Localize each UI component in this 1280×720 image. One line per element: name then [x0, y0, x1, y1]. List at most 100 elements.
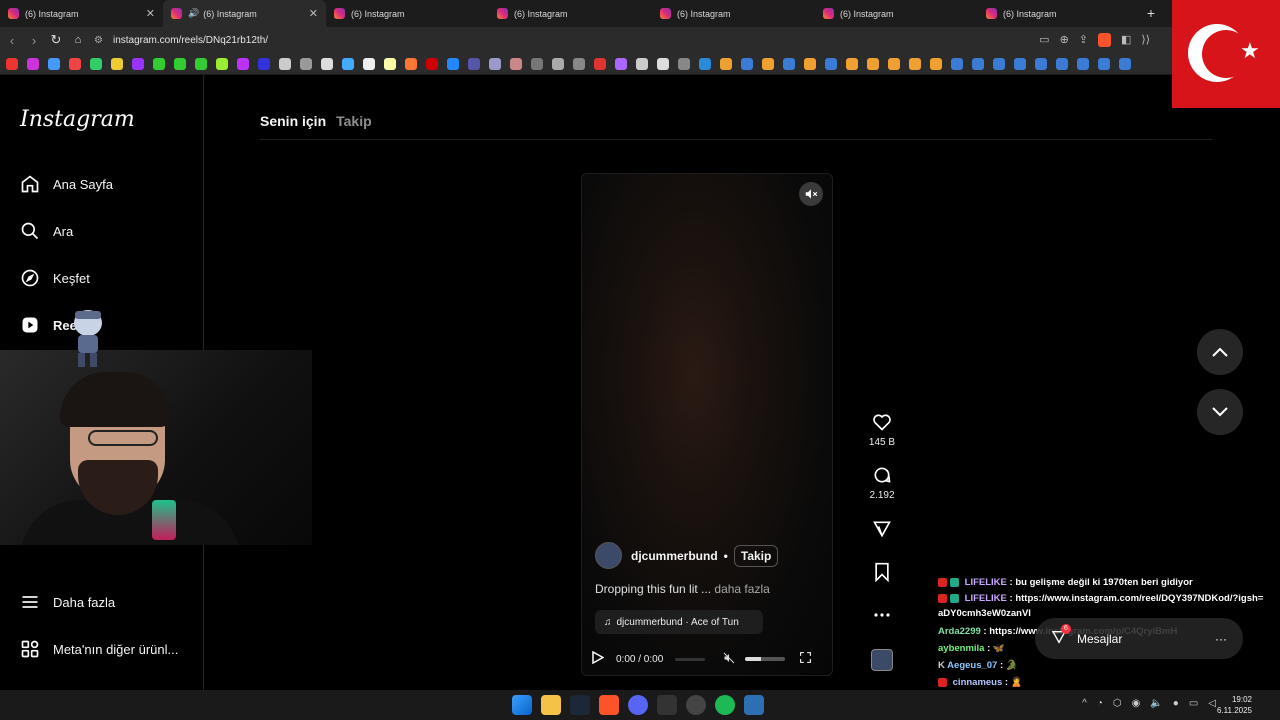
speaker-icon[interactable]: 🔊	[188, 8, 199, 19]
chevron-up-icon[interactable]: ^	[1082, 698, 1087, 709]
bookmark-favicon-icon[interactable]	[90, 57, 102, 70]
bookmark-favicon-icon[interactable]	[1035, 57, 1047, 70]
bookmark-favicon-icon[interactable]	[1098, 57, 1110, 70]
bookmark-favicon-icon[interactable]	[447, 57, 459, 70]
author-name[interactable]: djcummerbund	[631, 549, 718, 563]
browser-tab[interactable]: (6) Instagram	[489, 0, 652, 27]
bookmark-favicon-icon[interactable]	[300, 57, 312, 70]
follow-button[interactable]: Takip	[733, 544, 779, 567]
browser-tab[interactable]: (6) Instagram	[978, 0, 1136, 27]
bookmark-favicon-icon[interactable]	[237, 57, 249, 70]
bookmark-favicon-icon[interactable]	[573, 57, 585, 70]
bookmark-favicon-icon[interactable]	[846, 57, 858, 70]
volume-icon[interactable]: ◁	[1208, 698, 1216, 709]
back-icon[interactable]: ‹	[2, 33, 22, 48]
comment-icon[interactable]	[866, 464, 898, 486]
bookmark-favicon-icon[interactable]	[1077, 57, 1089, 70]
fullscreen-icon[interactable]	[799, 651, 812, 667]
comment-action[interactable]: 2.192	[866, 464, 898, 501]
heart-icon[interactable]	[866, 411, 898, 433]
url-field[interactable]: ⚙ instagram.com/reels/DNq21rb12th/	[94, 35, 268, 46]
bookmark-favicon-icon[interactable]	[720, 57, 732, 70]
microphone-icon[interactable]: ●	[1173, 698, 1179, 709]
browser-tab[interactable]: (6) Instagram	[326, 0, 489, 27]
browser-tab[interactable]: (6) Instagram	[815, 0, 978, 27]
previous-reel-button[interactable]	[1197, 329, 1243, 375]
steam-icon[interactable]	[570, 695, 590, 715]
bookmark-favicon-icon[interactable]	[27, 57, 39, 70]
share-icon[interactable]: ⇪	[1079, 33, 1088, 47]
like-action[interactable]: 145 B	[866, 411, 898, 448]
more-horizontal-icon[interactable]: ···	[1215, 632, 1227, 646]
bookmark-favicon-icon[interactable]	[48, 57, 60, 70]
close-tab-icon[interactable]: ✕	[309, 7, 318, 20]
bookmark-favicon-icon[interactable]	[195, 57, 207, 70]
more-horizontal-icon[interactable]	[866, 604, 898, 626]
windows-start-icon[interactable]	[512, 695, 532, 715]
cast-icon[interactable]: ▭	[1039, 33, 1049, 47]
bookmark-favicon-icon[interactable]	[888, 57, 900, 70]
app-icon[interactable]	[657, 695, 677, 715]
volume-muted-icon[interactable]	[723, 652, 735, 667]
steam-tray-icon[interactable]: ◉	[1132, 698, 1141, 709]
avatar[interactable]	[595, 542, 622, 569]
bookmark-favicon-icon[interactable]	[468, 57, 480, 70]
system-clock[interactable]: 19:02 6.11.2025	[1217, 694, 1252, 716]
bookmark-favicon-icon[interactable]	[405, 57, 417, 70]
bookmark-favicon-icon[interactable]	[783, 57, 795, 70]
tab-following[interactable]: Takip	[336, 113, 372, 129]
bookmark-favicon-icon[interactable]	[552, 57, 564, 70]
bookmark-favicon-icon[interactable]	[594, 57, 606, 70]
bookmark-favicon-icon[interactable]	[342, 57, 354, 70]
send-icon[interactable]	[866, 518, 898, 540]
progress-track[interactable]	[675, 657, 706, 661]
brave-browser-icon[interactable]	[599, 695, 619, 715]
messages-button[interactable]: 6 Mesajlar ···	[1035, 618, 1243, 659]
bookmark-favicon-icon[interactable]	[510, 57, 522, 70]
browser-tab-active[interactable]: 🔊 (6) Instagram ✕	[163, 0, 326, 27]
bookmark-favicon-icon[interactable]	[258, 57, 270, 70]
extension-icon[interactable]: ◧	[1121, 33, 1131, 47]
bookmark-icon[interactable]: ⌂	[68, 34, 88, 46]
bookmark-favicon-icon[interactable]	[972, 57, 984, 70]
bookmark-favicon-icon[interactable]	[426, 57, 438, 70]
bookmark-favicon-icon[interactable]	[1014, 57, 1026, 70]
share-action[interactable]	[866, 518, 898, 544]
reload-icon[interactable]: ↻	[46, 32, 66, 48]
bookmark-favicon-icon[interactable]	[657, 57, 669, 70]
reel-video[interactable]: djcummerbund • Takip Dropping this fun l…	[581, 173, 833, 676]
next-reel-button[interactable]	[1197, 389, 1243, 435]
bookmark-favicon-icon[interactable]	[489, 57, 501, 70]
chatgpt-icon[interactable]	[686, 695, 706, 715]
bookmark-favicon-icon[interactable]	[930, 57, 942, 70]
sidebar-item-home[interactable]: Ana Sayfa	[20, 174, 113, 194]
bookmark-save-icon[interactable]	[866, 561, 898, 583]
instagram-logo[interactable]: Instagram	[20, 107, 135, 132]
bookmark-favicon-icon[interactable]	[909, 57, 921, 70]
bookmark-favicon-icon[interactable]	[1119, 57, 1131, 70]
bookmark-favicon-icon[interactable]	[384, 57, 396, 70]
bookmark-favicon-icon[interactable]	[132, 57, 144, 70]
bookmark-favicon-icon[interactable]	[174, 57, 186, 70]
browser-tab[interactable]: (6) Instagram ✕	[0, 0, 163, 27]
bookmark-favicon-icon[interactable]	[741, 57, 753, 70]
bookmark-favicon-icon[interactable]	[867, 57, 879, 70]
bookmark-favicon-icon[interactable]	[699, 57, 711, 70]
discord-icon[interactable]	[628, 695, 648, 715]
bookmark-favicon-icon[interactable]	[951, 57, 963, 70]
bookmark-favicon-icon[interactable]	[678, 57, 690, 70]
tray-app-icon[interactable]: ⬡	[1113, 698, 1122, 709]
battle-net-icon[interactable]	[744, 695, 764, 715]
bookmark-favicon-icon[interactable]	[279, 57, 291, 70]
audio-cover-avatar[interactable]	[871, 649, 893, 671]
bookmark-favicon-icon[interactable]	[804, 57, 816, 70]
sidebar-item-meta-products[interactable]: Meta'nın diğer ürünl...	[20, 639, 178, 659]
bookmark-favicon-icon[interactable]	[69, 57, 81, 70]
new-tab-button[interactable]: +	[1136, 0, 1166, 27]
play-icon[interactable]	[592, 650, 605, 667]
bookmark-favicon-icon[interactable]	[363, 57, 375, 70]
bookmark-favicon-icon[interactable]	[153, 57, 165, 70]
speaker-icon[interactable]: 🔈	[1150, 698, 1162, 709]
bookmark-favicon-icon[interactable]	[111, 57, 123, 70]
mute-button[interactable]	[799, 182, 823, 206]
